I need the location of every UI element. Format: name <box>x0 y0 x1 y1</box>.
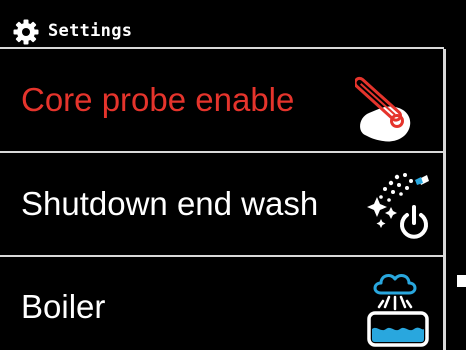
core-probe-icon <box>355 76 411 142</box>
gear-icon <box>13 19 39 45</box>
page-title: Settings <box>48 21 133 41</box>
boiler-icon <box>367 274 429 347</box>
scrollbar-track[interactable] <box>446 47 466 350</box>
header-bar: Settings <box>0 0 466 46</box>
menu-item-shutdown-end-wash[interactable]: Shutdown end wash <box>0 153 446 255</box>
menu-item-label: Shutdown end wash <box>21 185 319 222</box>
menu-item-boiler[interactable]: Boiler <box>0 257 446 350</box>
menu-item-label: Core probe enable <box>21 81 295 118</box>
shutdown-wash-icon <box>367 173 429 239</box>
scrollbar-thumb[interactable] <box>457 275 466 287</box>
settings-screen: Settings Core probe enable Shutdown end … <box>0 0 466 350</box>
menu-item-core-probe-enable[interactable]: Core probe enable <box>0 49 446 151</box>
menu-item-label: Boiler <box>21 288 106 325</box>
